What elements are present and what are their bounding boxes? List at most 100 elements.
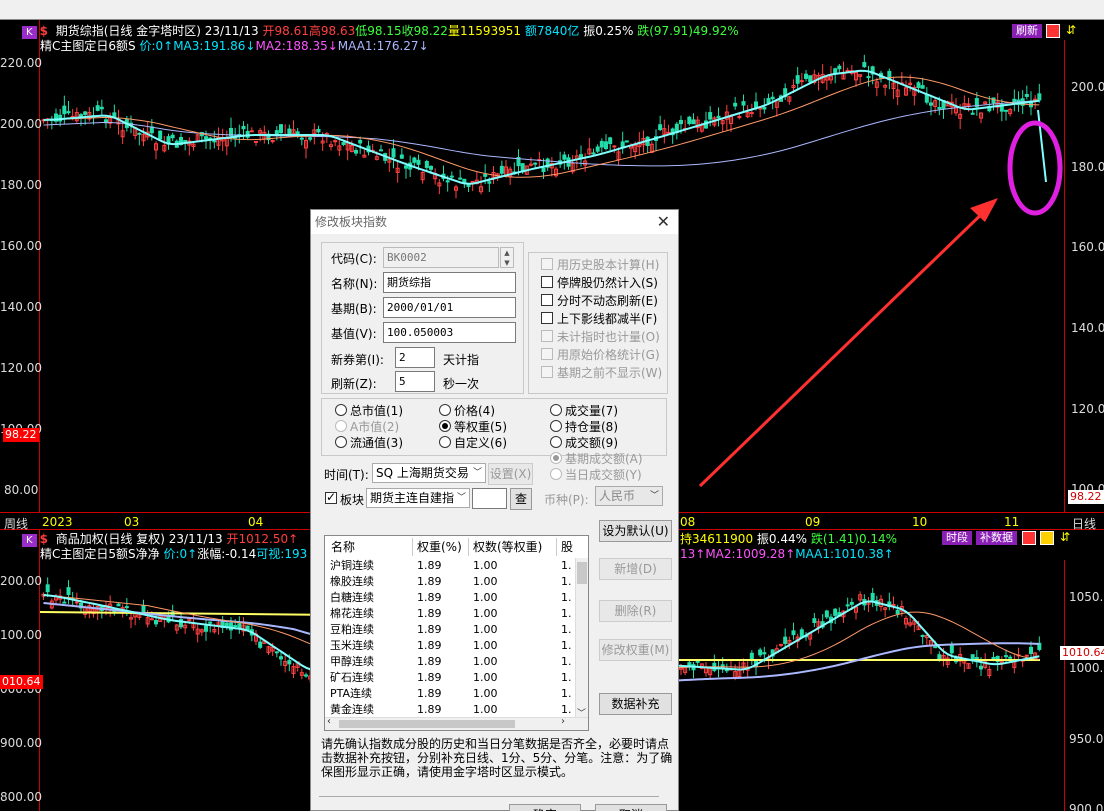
col-header-shares[interactable]: 股 — [557, 538, 577, 556]
modify-weight-button[interactable]: 修改权重(M) — [599, 639, 672, 661]
table-row[interactable]: 白糖连续 1.89 1.00 1. — [325, 590, 575, 606]
table-row[interactable]: PTA连续 1.89 1.00 1. — [325, 686, 575, 702]
option-checkbox[interactable] — [541, 276, 553, 288]
option-checkbox-label: 停牌股仍然计入(S) — [557, 276, 658, 290]
block-select[interactable]: 期货主连自建指 ﹀ — [366, 488, 470, 508]
fill-data-button[interactable]: 补数据 — [976, 531, 1017, 545]
candle-body — [1037, 93, 1042, 101]
table-row[interactable]: 玉米连续 1.89 1.00 1. — [325, 638, 575, 654]
candle-body — [754, 101, 758, 108]
scrollbar-thumb[interactable] — [577, 562, 587, 584]
cancel-button[interactable]: 取消 — [595, 804, 667, 811]
bottom-open: 开1012.50↑ — [226, 532, 299, 546]
table-cell: 1. — [561, 559, 572, 572]
weight-radio[interactable] — [550, 404, 562, 416]
currency-select[interactable]: 人民币 ﹀ — [595, 486, 663, 506]
scroll-right-icon[interactable]: › — [561, 716, 565, 727]
col-header-weight-pct[interactable]: 权重(%) — [413, 538, 469, 556]
candle-body — [687, 116, 692, 125]
candle-body — [341, 142, 346, 146]
weight-radio[interactable] — [335, 420, 347, 432]
weight-radio-label: 基期成交额(A) — [565, 452, 643, 466]
delete-button[interactable]: 删除(R) — [599, 600, 672, 622]
settings-button[interactable]: 设置(X) — [488, 463, 533, 485]
candle-body — [158, 130, 163, 140]
weight-radio[interactable] — [550, 436, 562, 448]
scroll-left-icon[interactable]: ‹ — [327, 716, 331, 727]
ok-button[interactable]: 确定 — [509, 804, 581, 811]
option-checkbox[interactable] — [541, 312, 553, 324]
time-axis-right-label[interactable]: 日线 — [1072, 515, 1096, 532]
time-label: 时间(T): — [324, 468, 369, 482]
time-select[interactable]: SQ 上海期货交易 ﹀ — [372, 463, 486, 483]
weight-radio[interactable] — [550, 452, 562, 464]
add-button[interactable]: 新增(D) — [599, 558, 672, 580]
table-row[interactable]: 棉花连续 1.89 1.00 1. — [325, 606, 575, 622]
candle-body — [862, 62, 867, 68]
option-checkbox[interactable] — [541, 258, 553, 270]
block-search-input[interactable] — [472, 488, 507, 509]
table-row[interactable]: 矿石连续 1.89 1.00 1. — [325, 670, 575, 686]
code-input[interactable]: BK0002 — [383, 247, 499, 268]
component-table[interactable]: 名称 权重(%) 权数(等权重) 股 沪铜连续 1.89 1.00 1. 橡胶连续 1.8… — [324, 535, 589, 731]
close-icon[interactable]: ✕ — [657, 212, 670, 231]
option-checkbox[interactable] — [541, 294, 553, 306]
table-row[interactable]: 橡胶连续 1.89 1.00 1. — [325, 574, 575, 590]
option-checkbox[interactable] — [541, 366, 553, 378]
table-row[interactable]: 黄金连续 1.89 1.00 1. — [325, 702, 575, 718]
code-spinner[interactable]: ▲ ▼ — [500, 247, 514, 268]
weight-radio[interactable] — [439, 404, 451, 416]
weight-radio[interactable] — [439, 420, 451, 432]
col-header-name[interactable]: 名称 — [327, 538, 413, 556]
set-default-button[interactable]: 设为默认(U) — [599, 520, 672, 542]
table-cell: 1. — [561, 655, 572, 668]
bottom-visible: 可视:193 — [256, 547, 308, 561]
name-input[interactable]: 期货综指 — [383, 272, 516, 293]
candle-body — [95, 105, 100, 111]
arrow-up-down-icon[interactable]: ⇵ — [1060, 530, 1070, 544]
month-label: 04 — [248, 515, 264, 529]
table-row[interactable]: 甲醇连续 1.89 1.00 1. — [325, 654, 575, 670]
table-row[interactable]: 沪铜连续 1.89 1.00 1. — [325, 558, 575, 574]
vertical-scrollbar[interactable]: ﹀ — [575, 558, 588, 719]
table-cell: 1.00 — [473, 655, 498, 668]
diamond-icon[interactable] — [1046, 24, 1060, 38]
option-checkbox[interactable] — [541, 348, 553, 360]
weight-radio[interactable] — [335, 436, 347, 448]
weight-radio[interactable] — [439, 436, 451, 448]
weight-radio[interactable] — [550, 420, 562, 432]
base-date-input[interactable]: 2000/01/01 — [383, 297, 516, 318]
star-icon[interactable] — [1040, 531, 1054, 545]
table-cell: 1.89 — [417, 607, 442, 620]
data-supplement-button[interactable]: 数据补充 — [599, 693, 672, 715]
top-right-tick: 160.00 — [1071, 240, 1104, 254]
candle-body — [258, 641, 263, 648]
arrow-up-down-icon[interactable]: ⇵ — [1066, 23, 1076, 37]
table-row[interactable]: 豆粕连续 1.89 1.00 1. — [325, 622, 575, 638]
dollar-icon: $ — [39, 24, 48, 38]
candle-body — [287, 128, 292, 135]
block-checkbox[interactable] — [325, 490, 337, 504]
new-sec-input[interactable]: 2 — [395, 347, 435, 368]
candle-body — [1004, 109, 1008, 112]
h-scrollbar-thumb[interactable] — [339, 720, 515, 728]
candle-body — [141, 605, 146, 614]
weight-radio[interactable] — [550, 468, 562, 480]
table-cell: 1. — [561, 687, 572, 700]
option-checkbox[interactable] — [541, 330, 553, 342]
table-cell: 白糖连续 — [330, 591, 374, 604]
check-button[interactable]: 查 — [510, 488, 532, 510]
top-right-tick: 200.00 — [1071, 80, 1104, 94]
top-symbol: 期货综指(日线 金字塔时区) — [55, 24, 201, 38]
col-header-weight-num[interactable]: 权数(等权重) — [469, 538, 557, 556]
horizontal-scrollbar[interactable]: ‹ › — [325, 716, 588, 730]
month-label: 08 — [680, 515, 696, 529]
refresh-input[interactable]: 5 — [395, 371, 435, 392]
period-button[interactable]: 时段 — [942, 531, 972, 545]
refresh-button[interactable]: 刷新 — [1012, 24, 1042, 38]
modify-block-index-dialog: 修改板块指数 ✕ 代码(C): BK0002 ▲ ▼ 名称(N): 期货综指 基期… — [310, 209, 679, 811]
diamond-icon[interactable] — [1022, 531, 1036, 545]
drop-line — [1037, 109, 1047, 183]
weight-radio[interactable] — [335, 404, 347, 416]
base-value-input[interactable]: 100.050003 — [383, 322, 516, 343]
